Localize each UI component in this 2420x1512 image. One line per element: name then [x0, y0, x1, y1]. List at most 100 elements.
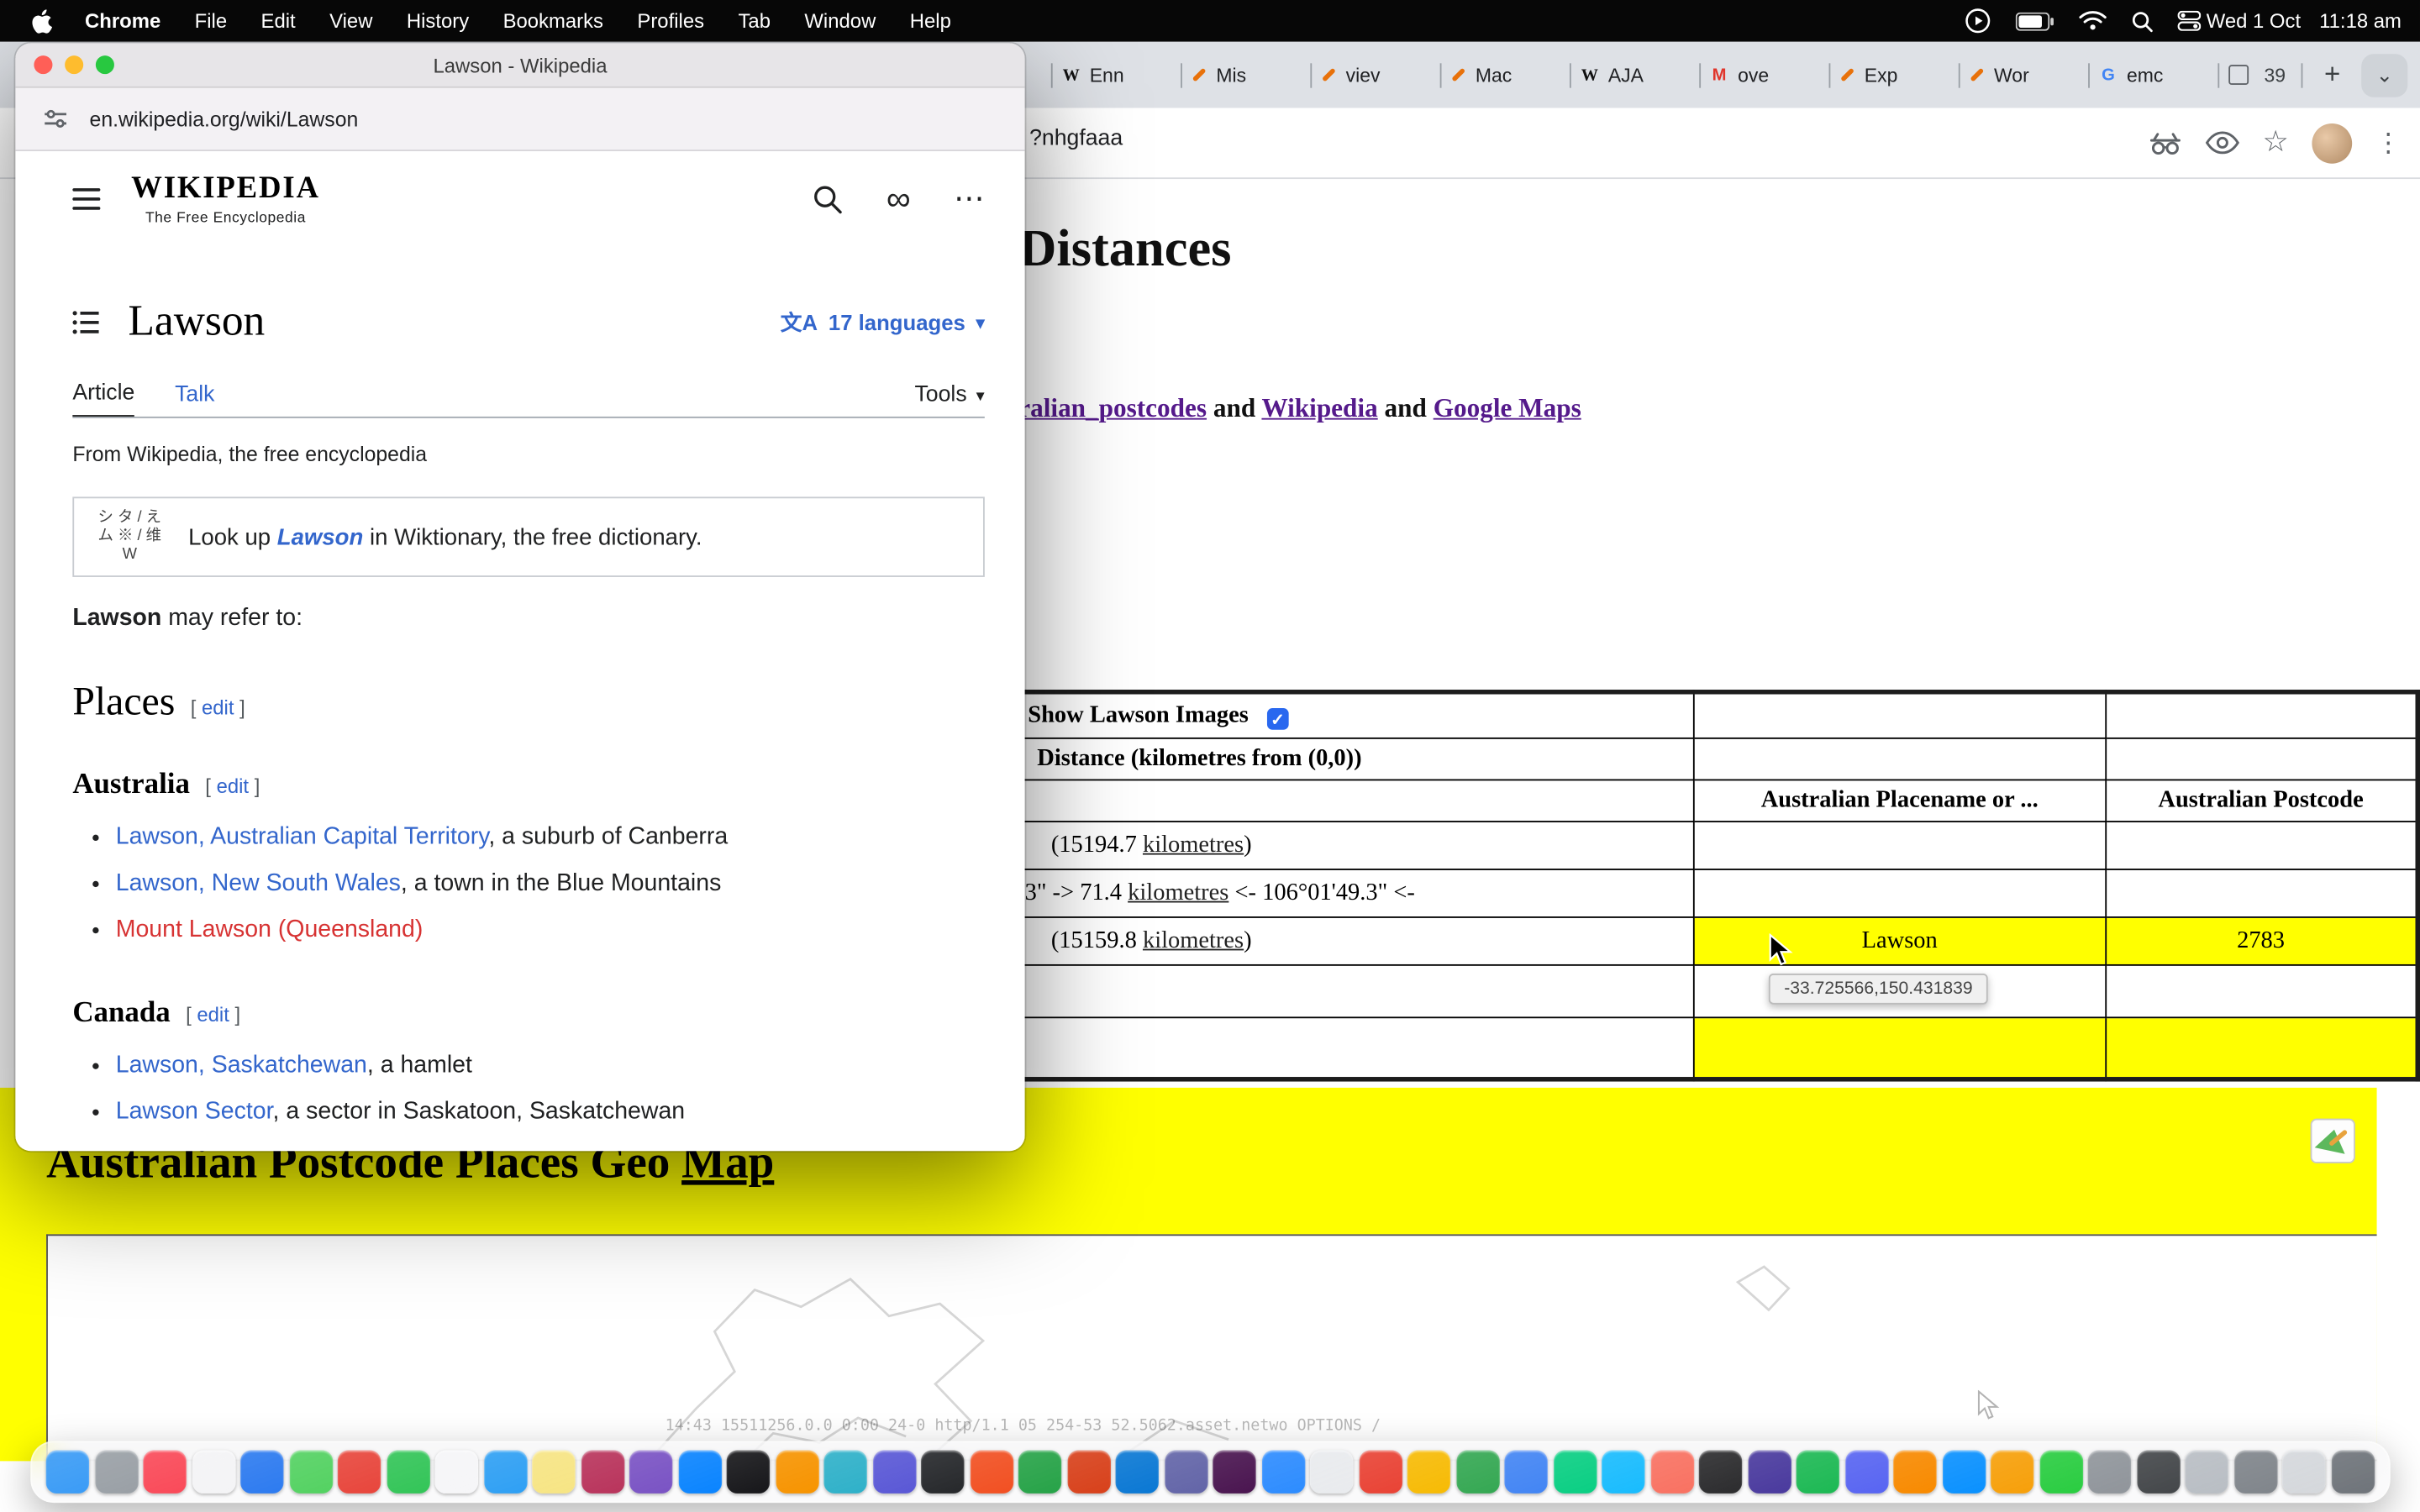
dock-icon[interactable]: [1067, 1451, 1110, 1494]
menu-kebab-icon[interactable]: ⋮: [2375, 128, 2402, 159]
dock-icon[interactable]: [678, 1451, 721, 1494]
kilometres-link[interactable]: kilometres: [1143, 832, 1244, 858]
dock-icon[interactable]: [1359, 1451, 1402, 1494]
battery-icon[interactable]: [2015, 12, 2054, 30]
tab-search-chevron[interactable]: ⌄: [2361, 53, 2407, 96]
dock-icon[interactable]: [921, 1451, 964, 1494]
dock-icon[interactable]: [46, 1451, 89, 1494]
dock-icon[interactable]: [240, 1451, 283, 1494]
menu-item-history[interactable]: History: [390, 9, 487, 33]
more-options-icon[interactable]: ⋯: [954, 184, 985, 215]
menu-item-chrome[interactable]: Chrome: [68, 9, 178, 33]
kilometres-link[interactable]: kilometres: [1143, 927, 1244, 953]
incognito-icon[interactable]: [2149, 130, 2182, 155]
dock-icon[interactable]: [532, 1451, 575, 1494]
dock-icon[interactable]: [434, 1451, 477, 1494]
kilometres-link[interactable]: kilometres: [1128, 879, 1228, 906]
hamburger-menu-icon[interactable]: [72, 188, 100, 210]
dock-icon[interactable]: [1796, 1451, 1839, 1494]
menu-item-edit[interactable]: Edit: [244, 9, 313, 33]
dock-icon[interactable]: [2039, 1451, 2082, 1494]
lawson-sask-link[interactable]: Lawson, Saskatchewan: [116, 1053, 367, 1079]
google-maps-link[interactable]: Google Maps: [1434, 393, 1581, 423]
dock-icon[interactable]: [2136, 1451, 2179, 1494]
wiktionary-lawson-link[interactable]: Lawson: [277, 524, 364, 550]
browser-tab[interactable]: Gemc: [2090, 42, 2217, 108]
popup-url[interactable]: en.wikipedia.org/wiki/Lawson: [90, 108, 359, 131]
browser-tab[interactable]: Wor: [1960, 42, 2088, 108]
menu-item-bookmarks[interactable]: Bookmarks: [486, 9, 620, 33]
show-images-checkbox[interactable]: ✓: [1267, 709, 1289, 731]
dock-icon[interactable]: [192, 1451, 234, 1494]
geo-map-canvas[interactable]: 14:43 15511256.0.0 0:00 24-0 http/1.1 05…: [46, 1234, 2376, 1461]
dock-icon[interactable]: [483, 1451, 526, 1494]
profile-avatar[interactable]: [2312, 123, 2352, 163]
new-tab-button[interactable]: +: [2318, 59, 2347, 92]
popup-title-bar[interactable]: Lawson - Wikipedia: [15, 43, 1024, 87]
lawson-nsw-link[interactable]: Lawson, New South Wales: [116, 870, 401, 896]
omnibox-url-fragment[interactable]: ?nhgfaaa: [1029, 127, 1123, 151]
dock-icon[interactable]: [2282, 1451, 2325, 1494]
dock-icon[interactable]: [1748, 1451, 1791, 1494]
close-window-button[interactable]: [34, 55, 52, 74]
dock-icon[interactable]: [727, 1451, 770, 1494]
dock-icon[interactable]: [1455, 1451, 1498, 1494]
browser-tab[interactable]: Mis: [1182, 42, 1310, 108]
menu-item-tab[interactable]: Tab: [721, 9, 787, 33]
zoom-window-button[interactable]: [96, 55, 114, 74]
minimize-window-button[interactable]: [65, 55, 83, 74]
tab-article[interactable]: Article: [72, 381, 134, 417]
menu-item-window[interactable]: Window: [787, 9, 892, 33]
dock-icon[interactable]: [970, 1451, 1013, 1494]
browser-tab[interactable]: Mac: [1442, 42, 1570, 108]
contents-list-icon[interactable]: [72, 310, 100, 334]
dock-icon[interactable]: [1310, 1451, 1353, 1494]
dock-icon[interactable]: [143, 1451, 186, 1494]
wifi-icon[interactable]: [2078, 11, 2106, 31]
dock-icon[interactable]: [2331, 1451, 2374, 1494]
dock-icon[interactable]: [2233, 1451, 2276, 1494]
dock-icon[interactable]: [1602, 1451, 1644, 1494]
dock-icon[interactable]: [1018, 1451, 1061, 1494]
dock-icon[interactable]: [1699, 1451, 1742, 1494]
browser-tab[interactable]: WAJA: [1571, 42, 1699, 108]
edit-link[interactable]: edit: [197, 1003, 229, 1026]
site-settings-icon[interactable]: [43, 108, 67, 130]
postcodes-link[interactable]: ralian_postcodes: [1018, 393, 1207, 423]
dock-icon[interactable]: [1991, 1451, 2033, 1494]
tools-menu[interactable]: Tools ▾: [914, 383, 984, 417]
search-icon[interactable]: [813, 184, 844, 215]
languages-button[interactable]: 文A 17 languages ▾: [781, 307, 985, 339]
mount-lawson-link[interactable]: Mount Lawson (Queensland): [116, 916, 424, 942]
dock-icon[interactable]: [1115, 1451, 1158, 1494]
preview-eye-icon[interactable]: [2206, 131, 2239, 155]
dock-icon[interactable]: [1164, 1451, 1207, 1494]
dock-icon[interactable]: [823, 1451, 866, 1494]
dock-icon[interactable]: [387, 1451, 429, 1494]
tab-talk[interactable]: Talk: [175, 383, 214, 417]
dock-icon[interactable]: [94, 1451, 137, 1494]
browser-tab[interactable]: Move: [1701, 42, 1828, 108]
browser-tab[interactable]: viev: [1312, 42, 1439, 108]
dock-icon[interactable]: [1261, 1451, 1304, 1494]
wikipedia-link[interactable]: Wikipedia: [1261, 393, 1377, 423]
menu-item-file[interactable]: File: [177, 9, 244, 33]
browser-tab[interactable]: WEnn: [1053, 42, 1181, 108]
edit-link[interactable]: edit: [217, 774, 250, 798]
dock-icon[interactable]: [1942, 1451, 1985, 1494]
dock-icon[interactable]: [1650, 1451, 1693, 1494]
infinity-icon[interactable]: ∞: [886, 182, 911, 216]
lawson-sector-link[interactable]: Lawson Sector: [116, 1099, 273, 1125]
dock-icon[interactable]: [775, 1451, 818, 1494]
playback-icon[interactable]: [1964, 8, 1990, 34]
tab-count[interactable]: 39: [2264, 64, 2286, 86]
tab-group-icon[interactable]: [2228, 65, 2249, 85]
menubar-date[interactable]: Wed 1 Oct: [2207, 9, 2301, 33]
apple-menu-icon[interactable]: [31, 8, 53, 33]
dock-icon[interactable]: [2185, 1451, 2228, 1494]
bookmark-star-icon[interactable]: ☆: [2263, 125, 2289, 160]
dock-icon[interactable]: [2088, 1451, 2131, 1494]
spotlight-icon[interactable]: [2131, 10, 2153, 32]
dock-icon[interactable]: [1504, 1451, 1547, 1494]
lawson-postcode-cell[interactable]: 2783: [2106, 917, 2418, 965]
